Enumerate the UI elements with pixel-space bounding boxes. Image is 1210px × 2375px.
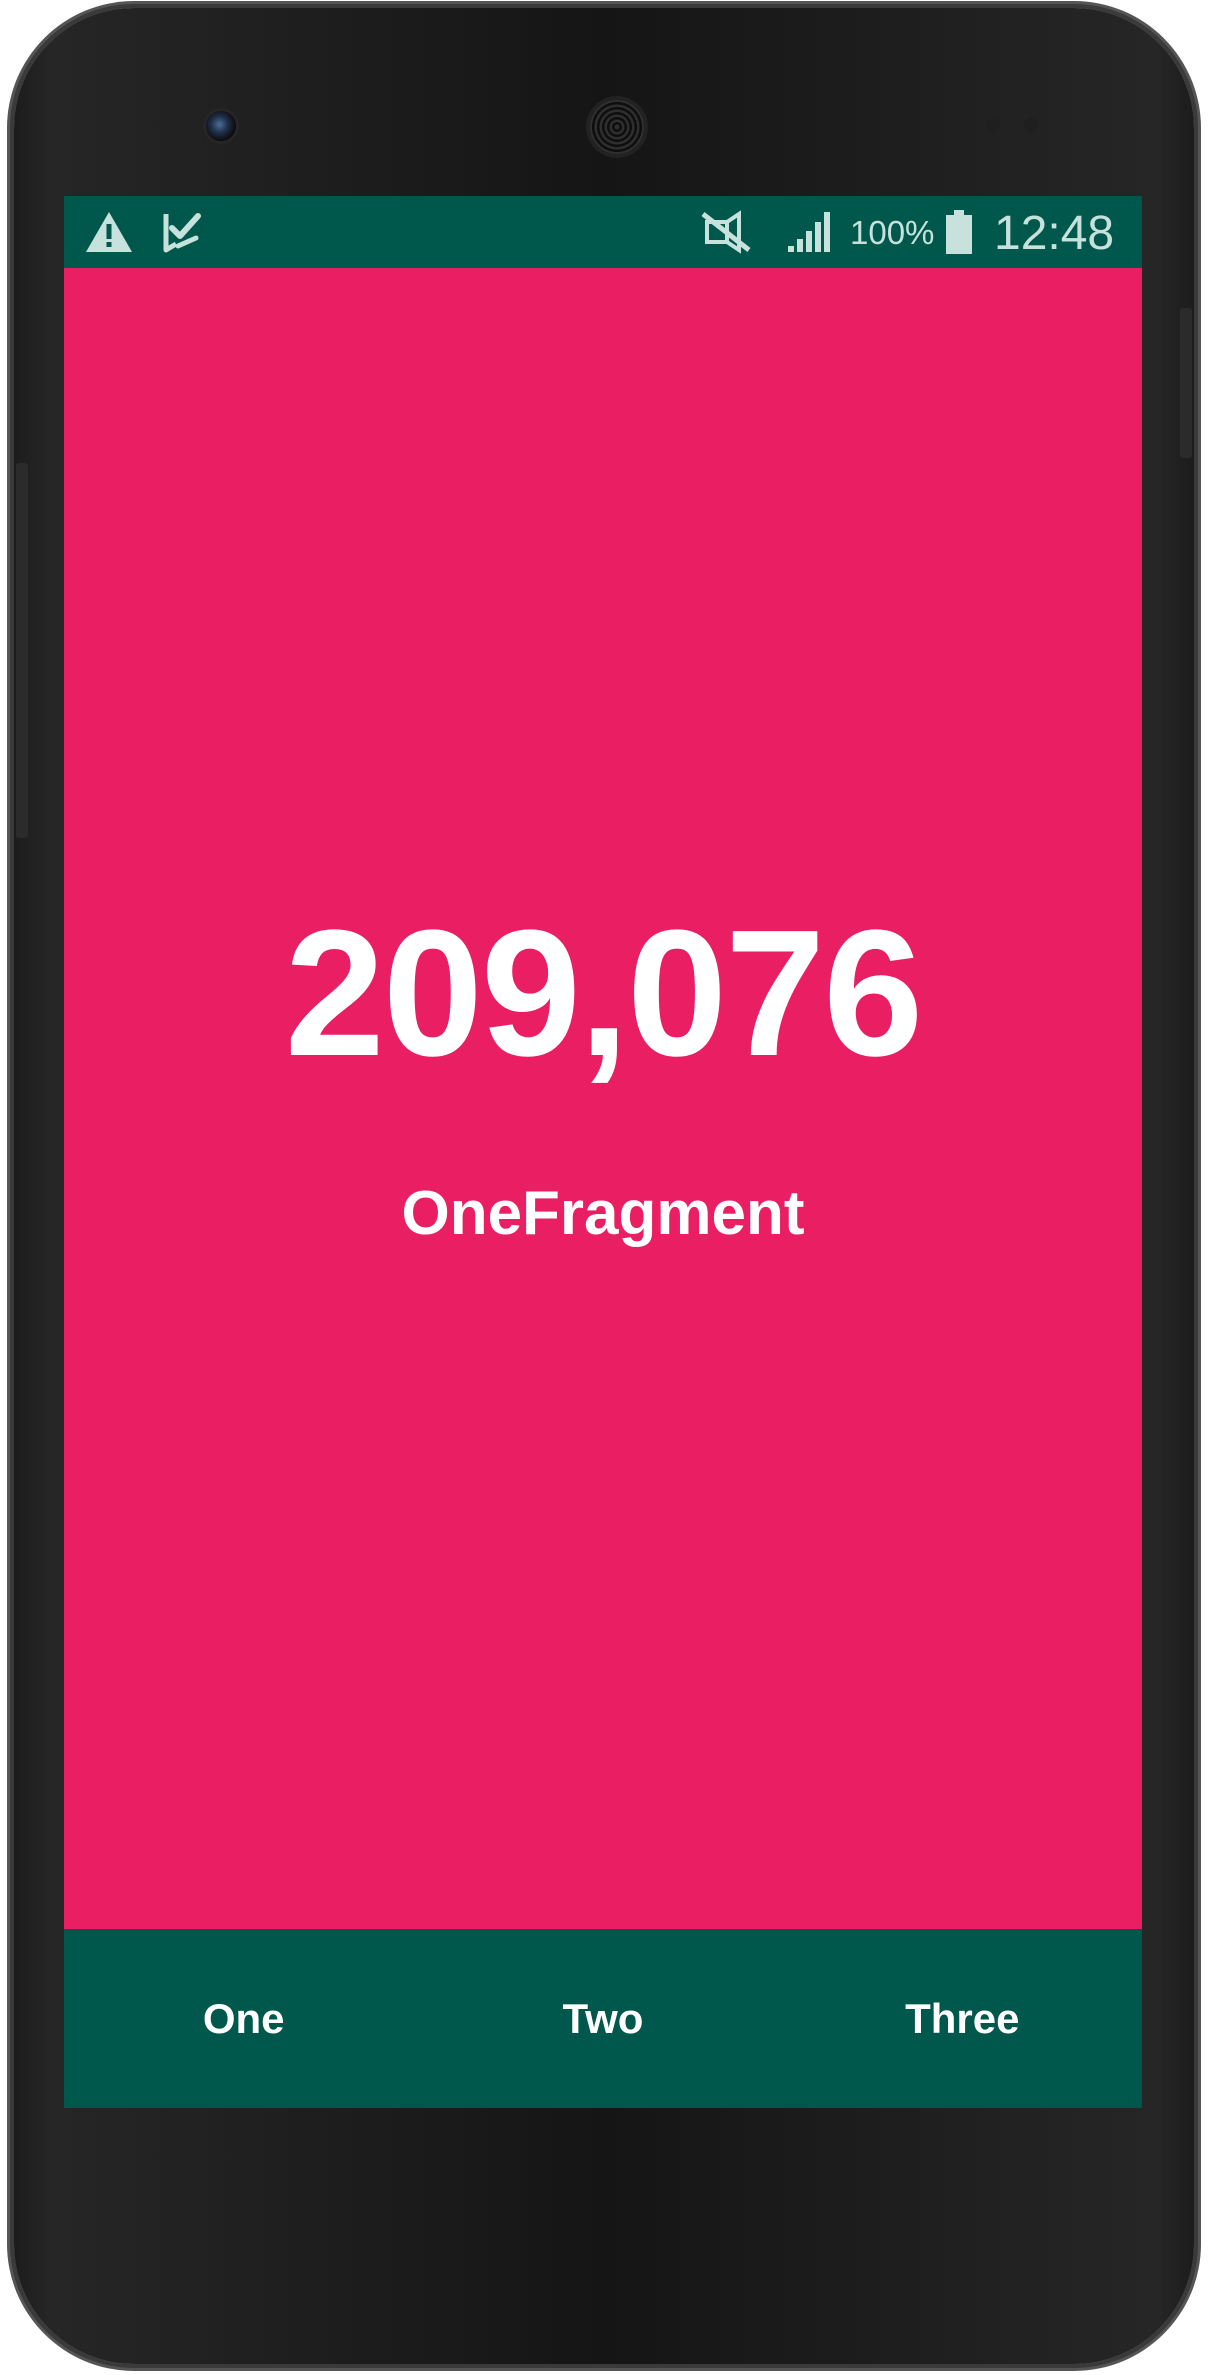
volume-button [16,463,28,838]
power-button [1180,308,1192,458]
battery-percent: 100% [850,214,935,251]
status-bar: 100% 12:48 [64,196,1142,268]
fragment-content [64,268,1142,1929]
fragment-name-label: OneFragment [401,1179,805,1248]
screen: 100% 12:48 209,076 OneFragment One Two T… [64,196,1142,2108]
tab-three[interactable]: Three [783,1929,1142,2108]
proximity-sensor [986,118,1000,132]
battery-icon [946,210,972,254]
signal-icon [788,212,830,252]
tab-two[interactable]: Two [423,1929,782,2108]
front-camera [206,111,236,141]
mute-icon [701,210,751,254]
earpiece-speaker [590,100,644,154]
bottom-navigation: One Two Three [64,1929,1142,2108]
counter-value: 209,076 [284,893,924,1094]
light-sensor [1024,118,1038,132]
alert-icon [86,212,132,252]
status-clock: 12:48 [994,207,1115,260]
task-check-icon [163,213,201,253]
tab-one[interactable]: One [64,1929,423,2108]
